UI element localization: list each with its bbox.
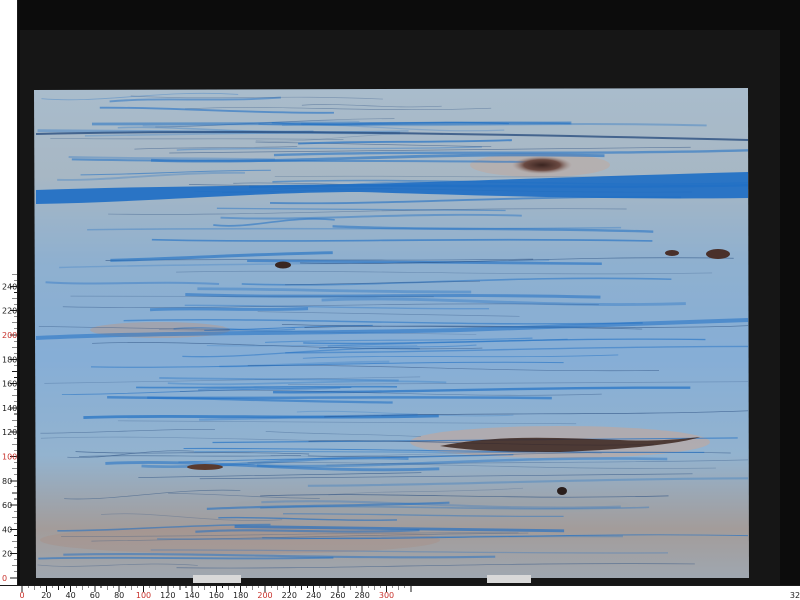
ruler-x-label: 0 (19, 591, 24, 600)
dark-inclusion (275, 261, 291, 269)
dark-inclusion (557, 487, 567, 495)
ruler-y-label: 0 (2, 574, 7, 583)
ruler-x-label: 160 (209, 591, 224, 600)
ruler-x-label: 60 (90, 591, 100, 600)
stone-slab (34, 88, 749, 578)
dark-inclusion (187, 464, 223, 470)
ruler-y-label: 220 (2, 307, 17, 316)
ruler-x-label: 20 (41, 591, 51, 600)
ruler-y-label: 200 (2, 331, 17, 340)
ruler-y-label: 140 (2, 404, 17, 413)
ruler-y-label: 60 (2, 501, 12, 510)
ruler-x-label: 200 (257, 591, 272, 600)
ruler-x-label: 240 (306, 591, 321, 600)
ruler-y-label: 120 (2, 428, 17, 437)
ruler-x-label: 80 (114, 591, 124, 600)
dark-inclusion (706, 249, 730, 259)
ruler-y-label: 80 (2, 477, 12, 486)
ruler-y-label: 180 (2, 355, 17, 364)
ruler-x-label: 140 (184, 591, 199, 600)
tape-strip (487, 575, 531, 583)
ruler-y-label: 160 (2, 380, 17, 389)
ruler-y-label: 20 (2, 550, 12, 559)
stone-slab-photo: 0 20 40 60 80 100 120 140 160 180 200 220 240 260 280 3… (0, 0, 800, 600)
ruler-x-label: 40 (66, 591, 76, 600)
dark-inclusion (665, 250, 679, 256)
ruler-x-label: 100 (136, 591, 151, 600)
ruler-x-label: 220 (282, 591, 297, 600)
ruler-y-label: 240 (2, 282, 17, 291)
ruler-y-label: 40 (2, 525, 12, 534)
tape-strip (193, 575, 241, 583)
ruler-x-label: 300 (379, 591, 394, 600)
ruler-x-label: 32 (790, 591, 800, 600)
ruler-x-label: 260 (330, 591, 345, 600)
dark-inclusion (512, 156, 572, 174)
ruler-x-label: 280 (355, 591, 370, 600)
ruler-x-label: 120 (160, 591, 175, 600)
ruler-y-label: 100 (2, 453, 17, 462)
ruler-x-label: 180 (233, 591, 248, 600)
